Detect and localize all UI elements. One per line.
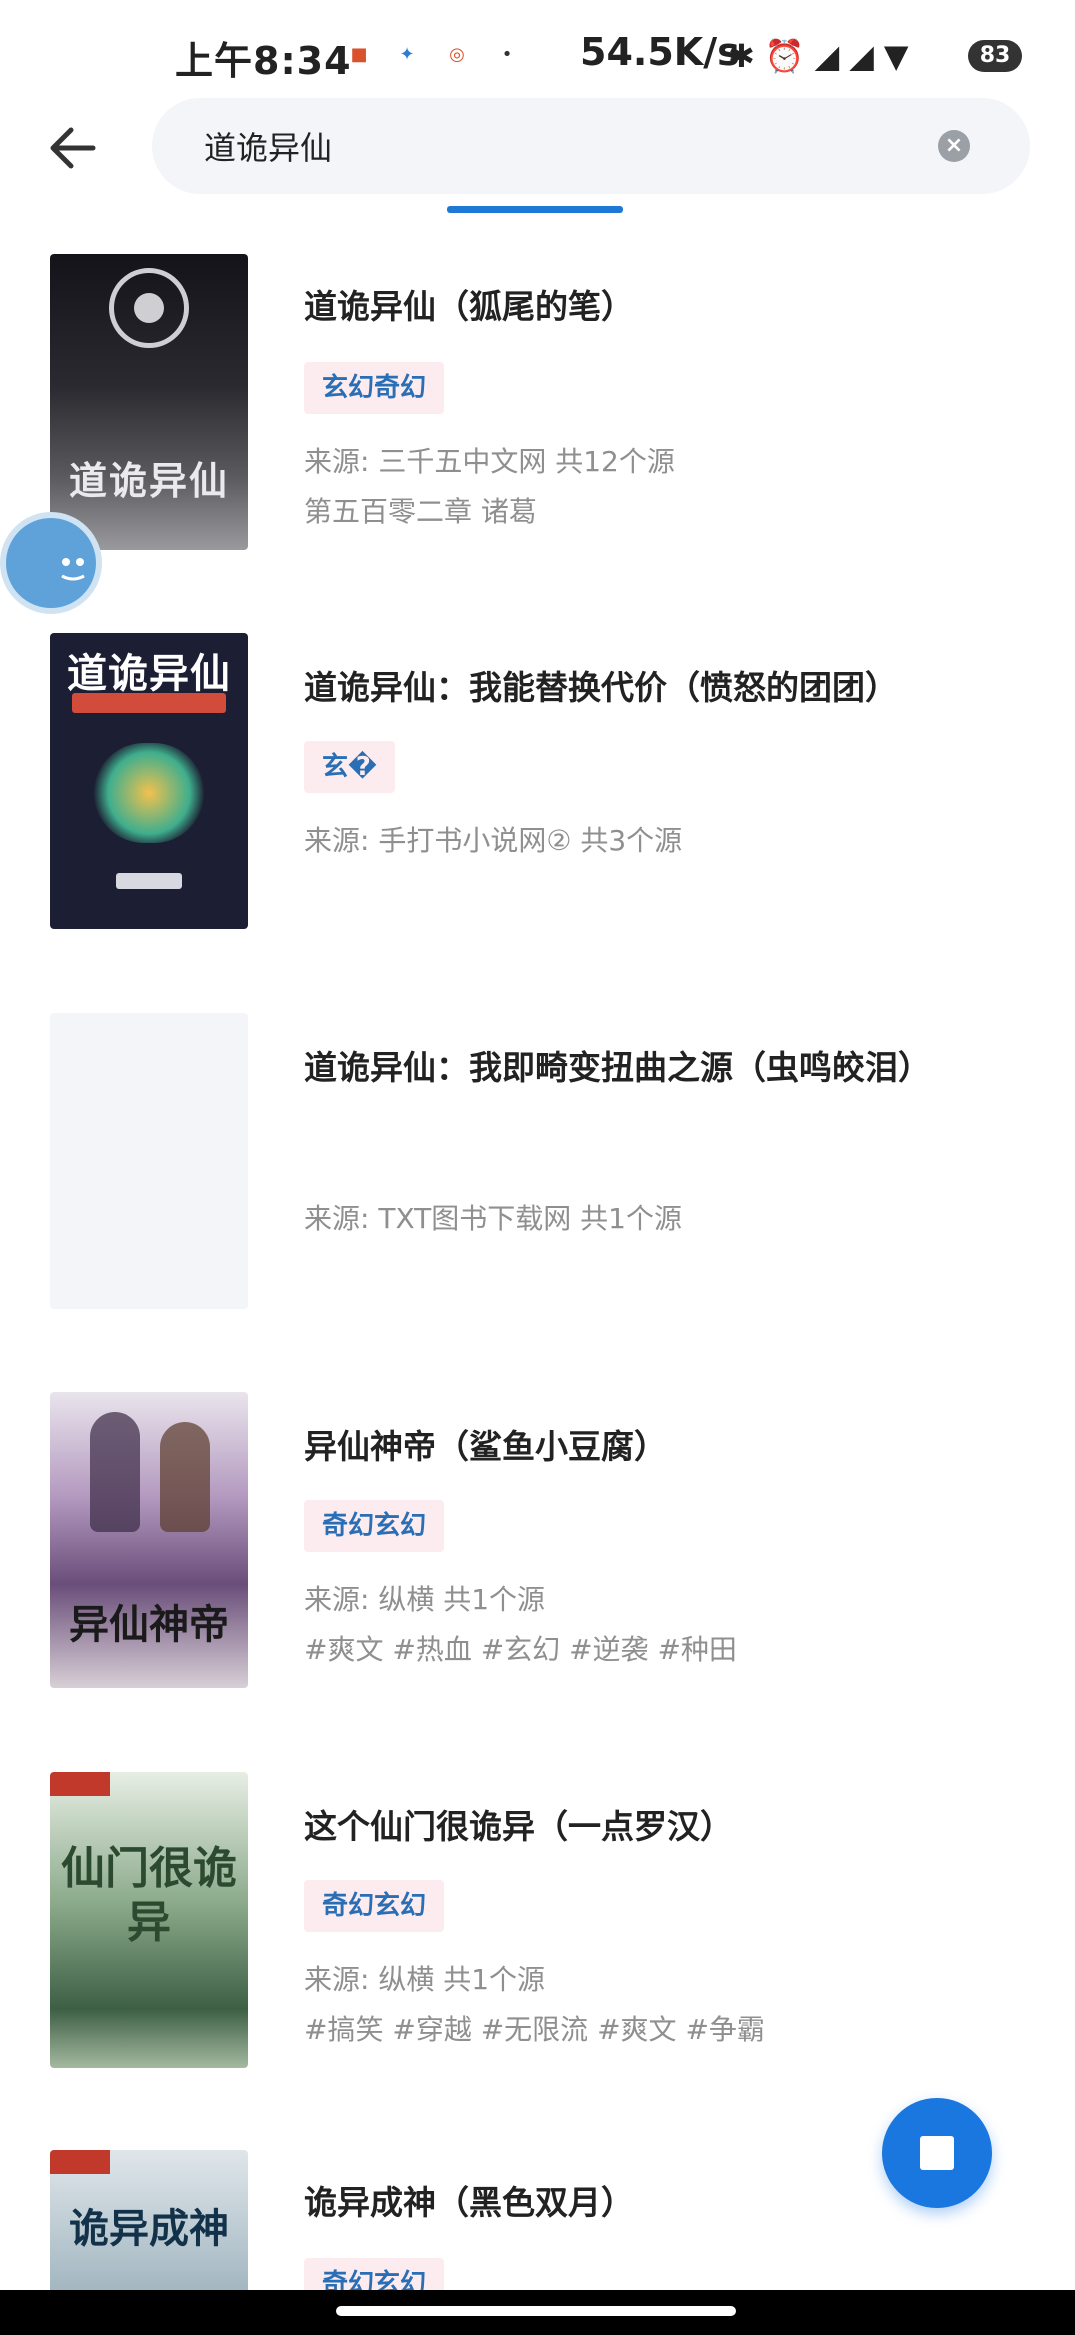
cover-title: 道诡异仙 [67,650,231,697]
latest-chapter: 第五百零二章 诸葛 [304,495,537,528]
book-source: 来源: 纵横 共1个源 [304,1583,546,1616]
book-cover: 道诡异仙 [50,633,248,929]
genre-tag: 奇幻玄幻 [304,1500,445,1552]
cover-figure [90,1412,140,1532]
network-speed: 54.5K/s [580,30,740,74]
cover-title: 异仙神帝 [69,1601,229,1648]
book-cover: 异仙神帝 [50,1392,248,1688]
cover-title: 仙门很诡异 [61,1843,237,1948]
status-bar: 上午8:34 ■ ✦ ◎ • 54.5K/s ✱ ⏰ ◢ ◢ ▼ 83 [0,0,1075,110]
tab-indicator [447,206,623,213]
search-result-item[interactable]: 道诡异仙：我即畸变扭曲之源（虫鸣皎泪） 来源: TXT图书下载网 共1个源 [0,1013,1075,1343]
book-source: 来源: 三千五中文网 共12个源 [304,445,675,478]
clear-search-icon[interactable]: × [938,130,970,162]
genre-tag: 玄幻奇幻 [304,362,445,414]
app-notification-icon: ■ [350,44,368,65]
book-cover: 道诡异仙 [50,254,248,550]
book-title: 道诡异仙：我能替换代价（愤怒的团团） [304,668,898,707]
publisher-mark [116,873,182,889]
book-cover: 诡异成神 [50,2150,248,2290]
cover-title: 道诡异仙 [68,458,229,503]
book-keywords: #搞笑 #穿越 #无限流 #爽文 #争霸 [304,2013,765,2046]
signal-icon: ◢ [814,37,840,75]
signal-icon: ◢ [849,37,874,75]
publisher-badge [50,2150,110,2174]
cover-illustration [94,743,204,843]
book-title: 这个仙门很诡异（一点罗汉） [304,1807,733,1846]
seal-center [134,293,164,323]
stop-icon [920,2136,954,2170]
book-title: 道诡异仙：我即畸变扭曲之源（虫鸣皎泪） [304,1048,931,1087]
book-source: 来源: 手打书小说网② 共3个源 [304,824,683,857]
publisher-badge [50,1772,110,1796]
app-notification-icon: ✦ [399,44,415,65]
book-title: 道诡异仙（狐尾的笔） [304,287,634,326]
back-button[interactable] [42,118,102,178]
floating-assistant-button[interactable] [0,512,102,614]
genre-tag: 玄� [304,741,395,793]
search-bar[interactable]: × [152,98,1030,194]
cover-figure [160,1422,210,1532]
genre-tag: 奇幻玄幻 [304,2258,445,2290]
more-notifications-icon: • [501,44,513,65]
book-cover: 仙门很诡异 [50,1772,248,2068]
book-source: 来源: 纵横 共1个源 [304,1963,546,1996]
book-title: 异仙神帝（鲨鱼小豆腐） [304,1427,667,1466]
home-indicator[interactable] [336,2306,736,2316]
search-result-item[interactable]: 道诡异仙 道诡异仙：我能替换代价（愤怒的团团） 玄� 来源: 手打书小说网② 共… [0,633,1075,963]
genre-tag: 奇幻玄幻 [304,1880,445,1932]
status-icons: ✱ ⏰ ◢ ◢ ▼ [728,36,908,76]
app-notification-icon: ◎ [449,44,465,65]
search-result-item[interactable]: 道诡异仙 道诡异仙（狐尾的笔） 玄幻奇幻 来源: 三千五中文网 共12个源 第五… [0,254,1075,584]
stop-search-button[interactable] [882,2098,992,2208]
system-nav-bar [0,2290,1075,2335]
cover-title: 诡异成神 [69,2205,229,2252]
battery-indicator: 83 [968,40,1022,72]
status-time: 上午8:34 [175,39,352,83]
wifi-icon: ▼ [883,37,909,75]
cover-banner [72,693,226,713]
arrow-left-icon [50,127,96,169]
book-title: 诡异成神（黑色双月） [304,2183,634,2222]
bluetooth-icon: ✱ [728,37,755,75]
search-result-item[interactable]: 仙门很诡异 这个仙门很诡异（一点罗汉） 奇幻玄幻 来源: 纵横 共1个源 #搞笑… [0,1772,1075,2102]
alarm-icon: ⏰ [764,37,805,75]
book-source: 来源: TXT图书下载网 共1个源 [304,1202,682,1235]
search-input[interactable] [204,122,904,170]
assistant-face-icon [61,558,85,581]
book-keywords: #爽文 #热血 #玄幻 #逆袭 #种田 [304,1633,737,1666]
search-result-item[interactable]: 异仙神帝 异仙神帝（鲨鱼小豆腐） 奇幻玄幻 来源: 纵横 共1个源 #爽文 #热… [0,1392,1075,1722]
book-cover-placeholder [50,1013,248,1309]
